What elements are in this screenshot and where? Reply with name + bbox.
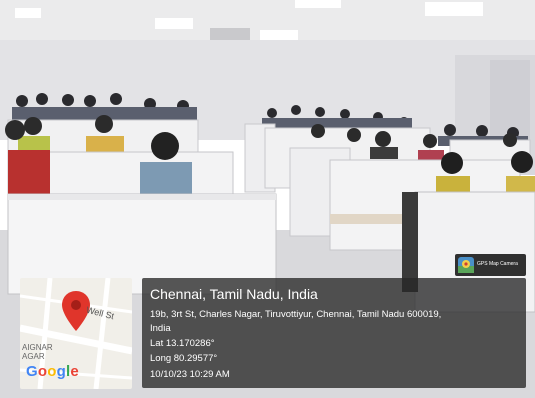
google-logo-letter: G <box>26 363 38 380</box>
google-logo-letter: g <box>56 363 66 380</box>
address-line-2: India <box>150 323 171 334</box>
gps-map-camera-badge: GPS Map Camera <box>455 254 526 276</box>
location-info-card: Chennai, Tamil Nadu, India 19b, 3rt St, … <box>142 278 526 388</box>
map-area-label: AIGNAR AGAR <box>22 343 53 361</box>
address-line-1: 19b, 3rt St, Charles Nagar, Tiruvottiyur… <box>150 309 442 320</box>
latitude: Lat 13.170286° <box>150 338 215 349</box>
google-logo-letter: e <box>70 363 79 380</box>
gps-map-camera-icon <box>458 257 474 273</box>
geotagged-photo: Well St AIGNAR AGAR Google GPS Map Camer… <box>0 0 535 398</box>
google-logo-letter: o <box>47 363 57 380</box>
longitude: Long 80.29577° <box>150 353 218 364</box>
google-logo-letter: o <box>37 363 48 380</box>
google-logo: Google <box>26 363 79 380</box>
map-area-label-line-2: AGAR <box>22 352 45 361</box>
location-title: Chennai, Tamil Nadu, India <box>150 286 318 302</box>
map-thumbnail: Well St AIGNAR AGAR Google <box>20 278 132 389</box>
map-area-label-line-1: AIGNAR <box>22 343 53 352</box>
gps-map-camera-label: GPS Map Camera <box>477 261 518 267</box>
timestamp: 10/10/23 10:29 AM <box>150 369 230 380</box>
